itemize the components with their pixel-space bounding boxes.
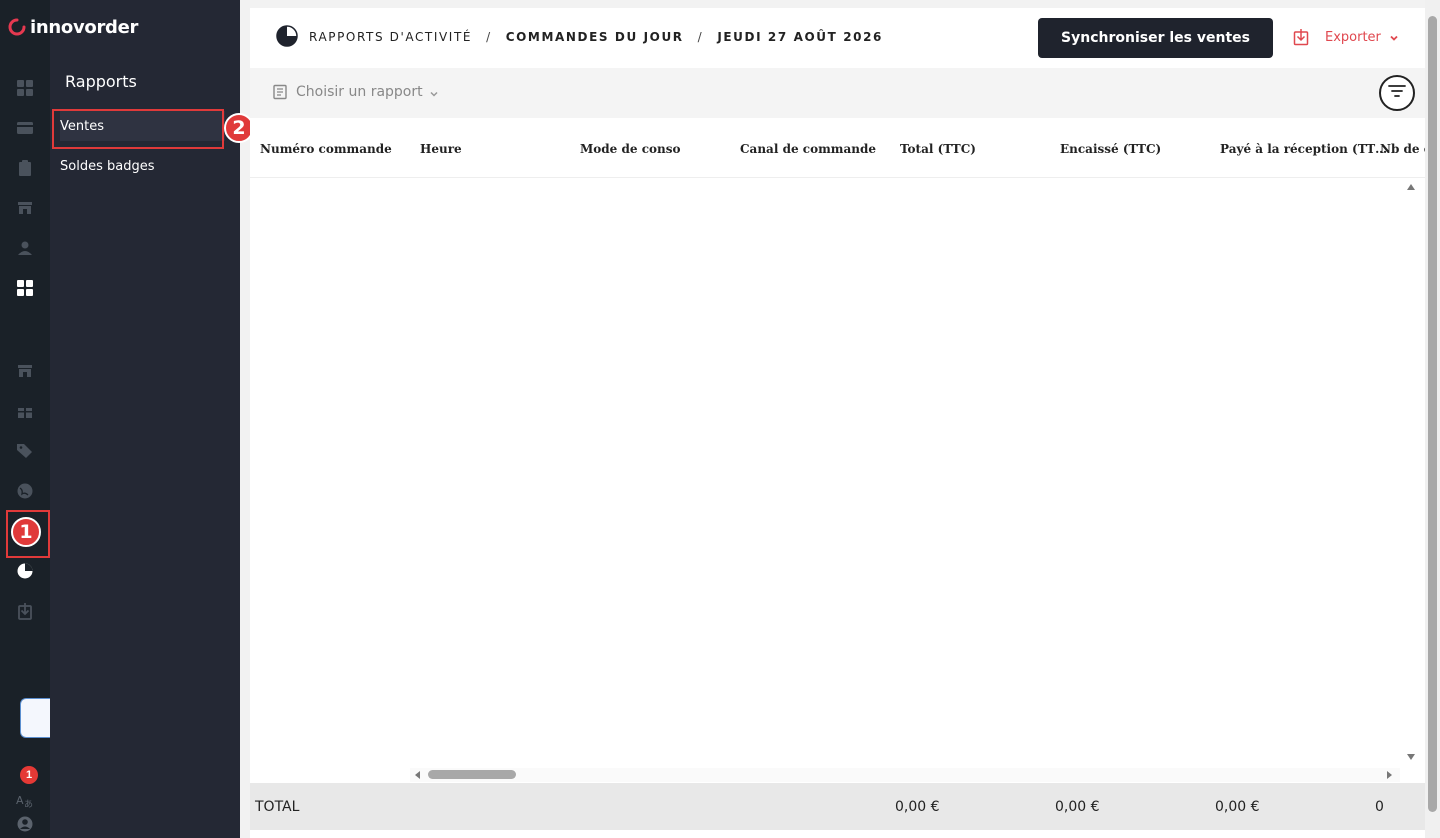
table-scroll-down-arrow[interactable]	[1407, 754, 1415, 760]
subnav-item-label: Soldes badges	[60, 158, 155, 174]
main-content: RAPPORTS D'ACTIVITÉ / COMMANDES DU JOUR …	[250, 8, 1425, 838]
tags-icon[interactable]	[15, 441, 35, 461]
document-icon	[272, 84, 288, 100]
credit-card-icon[interactable]	[15, 118, 35, 138]
report-toolbar: Choisir un rapport	[250, 68, 1425, 118]
breadcrumb-date[interactable]: JEUDI 27 AOÛT 2026	[717, 30, 883, 44]
clipboard-icon[interactable]	[15, 158, 35, 178]
notification-badge: 1	[20, 766, 38, 784]
table-scroll-up-arrow[interactable]	[1407, 184, 1415, 190]
globe-icon[interactable]	[15, 481, 35, 501]
paid-on-delivery-value: 0,00 €	[1215, 799, 1260, 815]
translate-icon[interactable]: Aあ	[15, 790, 35, 810]
top-bar: RAPPORTS D'ACTIVITÉ / COMMANDES DU JOUR …	[250, 8, 1425, 68]
scrollbar-thumb[interactable]	[1428, 16, 1437, 812]
chevron-down-icon	[1389, 32, 1399, 42]
pie-chart-icon	[276, 25, 298, 47]
column-header-total-ttc[interactable]: Total (TTC)	[900, 142, 976, 156]
scrollbar-thumb[interactable]	[428, 770, 516, 779]
totals-label: TOTAL	[255, 799, 300, 815]
total-ttc-value: 0,00 €	[895, 799, 940, 815]
count-value: 0	[1375, 799, 1384, 815]
breadcrumb: RAPPORTS D'ACTIVITÉ / COMMANDES DU JOUR …	[309, 30, 883, 44]
breadcrumb-section[interactable]: RAPPORTS D'ACTIVITÉ	[309, 30, 472, 44]
column-header-order-channel[interactable]: Canal de commande	[740, 142, 876, 156]
totals-row: TOTAL 0,00 € 0,00 € 0,00 € 0	[250, 783, 1425, 830]
scroll-left-arrow[interactable]	[415, 771, 420, 779]
shop-icon[interactable]	[15, 361, 35, 381]
dashboard-icon[interactable]	[15, 78, 35, 98]
column-header-order-number[interactable]: Numéro commande	[260, 142, 392, 156]
breadcrumb-separator: /	[697, 30, 704, 44]
export-label: Exporter	[1325, 29, 1381, 45]
column-header-collected-ttc[interactable]: Encaissé (TTC)	[1060, 142, 1161, 156]
gift-icon[interactable]	[15, 401, 35, 421]
breadcrumb-page: COMMANDES DU JOUR	[505, 30, 684, 44]
brand-logo[interactable]: innovorder	[8, 14, 138, 40]
account-icon[interactable]	[15, 814, 35, 834]
filter-icon	[1388, 84, 1406, 103]
breadcrumb-separator: /	[486, 30, 492, 44]
table-horizontal-scrollbar[interactable]	[410, 768, 1400, 782]
user-icon[interactable]	[15, 238, 35, 258]
widgets-icon[interactable]	[15, 278, 35, 298]
store-icon[interactable]	[15, 198, 35, 218]
column-header-count[interactable]: Nb de c	[1380, 142, 1425, 156]
sync-sales-button[interactable]: Synchroniser les ventes	[1038, 18, 1273, 58]
help-widget-tab[interactable]	[20, 698, 50, 738]
brand-name: innovorder	[30, 16, 139, 38]
subnav-title: Rapports	[65, 72, 137, 91]
column-header-paid-on-delivery[interactable]: Payé à la réception (TT…	[1220, 142, 1387, 156]
logo-icon	[8, 18, 26, 36]
icon-rail: innovorder 1 1 Aあ	[0, 0, 138, 838]
svg-text:あ: あ	[24, 799, 33, 809]
collected-ttc-value: 0,00 €	[1055, 799, 1100, 815]
subnav-item-soldes-badges[interactable]: Soldes badges	[60, 151, 225, 181]
column-header-time[interactable]: Heure	[420, 142, 462, 156]
scroll-right-arrow[interactable]	[1387, 771, 1392, 779]
report-select[interactable]: Choisir un rapport	[272, 84, 439, 100]
reports-pie-icon[interactable]	[15, 561, 35, 581]
table-header: Numéro commande Heure Mode de conso Cana…	[250, 118, 1425, 178]
column-header-consumption-mode[interactable]: Mode de conso	[580, 142, 681, 156]
step-1-badge: 1	[11, 517, 41, 547]
report-select-placeholder: Choisir un rapport	[296, 84, 423, 100]
page-scrollbar[interactable]	[1425, 0, 1440, 838]
svg-text:A: A	[16, 794, 24, 807]
table-body	[250, 178, 1420, 768]
export-icon	[1293, 28, 1309, 46]
step-2-highlight	[52, 109, 224, 149]
chevron-down-icon	[429, 87, 439, 97]
download-icon[interactable]	[15, 601, 35, 621]
filter-button[interactable]	[1379, 75, 1415, 111]
export-dropdown[interactable]: Exporter	[1293, 28, 1399, 46]
